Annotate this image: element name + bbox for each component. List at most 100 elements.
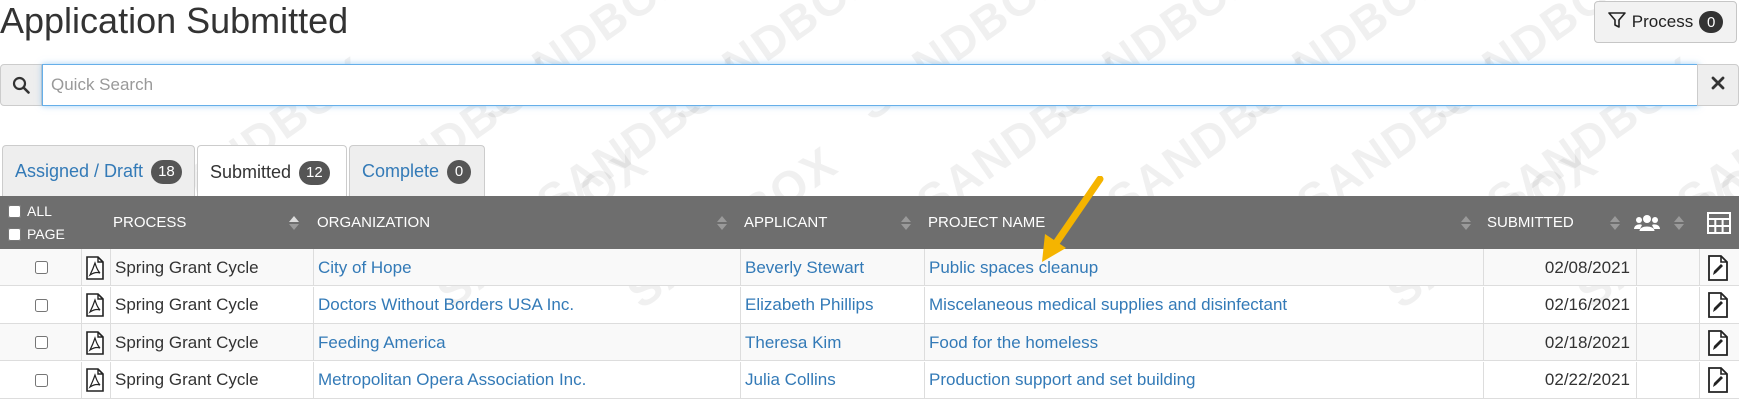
- row-select-checkbox[interactable]: [35, 373, 48, 387]
- column-header-submitted[interactable]: SUBMITTED: [1487, 196, 1574, 249]
- process-filter-button[interactable]: Process 0: [1594, 1, 1737, 43]
- sort-icon[interactable]: [289, 213, 299, 233]
- row-cell: [1700, 287, 1739, 324]
- row-select-checkbox[interactable]: [35, 261, 48, 274]
- row-select-checkbox[interactable]: [35, 336, 48, 349]
- row-cell: [82, 286, 111, 324]
- users-icon[interactable]: [1634, 196, 1660, 249]
- tab-count-badge: 12: [299, 160, 330, 185]
- sort-icon[interactable]: [1461, 213, 1471, 233]
- column-header-label: PROJECT NAME: [928, 214, 1046, 231]
- table-row[interactable]: Spring Grant Cycle City of Hope Beverly St…: [0, 249, 1739, 286]
- row-cell: [1637, 249, 1700, 286]
- column-header-project-name[interactable]: PROJECT NAME: [928, 196, 1045, 249]
- search-icon: [0, 64, 42, 106]
- cell-submitted: 02/16/2021: [1544, 295, 1630, 314]
- row-cell: [0, 361, 82, 399]
- select-all-checkbox[interactable]: [8, 204, 21, 218]
- select-all-control: ALL: [8, 201, 52, 221]
- cell-organization-link-container: Doctors Without Borders USA Inc.: [314, 286, 741, 324]
- cell-applicant-link[interactable]: Julia Collins: [745, 370, 836, 390]
- sort-icon[interactable]: [901, 213, 911, 233]
- cell-process: Spring Grant Cycle: [115, 370, 259, 389]
- select-page-checkbox[interactable]: [8, 227, 21, 241]
- tab-label: Submitted: [210, 162, 292, 182]
- column-chooser-icon[interactable]: [1707, 196, 1731, 249]
- tab-count-badge: 18: [151, 159, 182, 184]
- row-cell: [1700, 324, 1739, 361]
- row-cell: [1700, 249, 1739, 286]
- column-header-organization[interactable]: ORGANIZATION: [317, 196, 430, 249]
- row-cell: [1700, 362, 1739, 399]
- column-header-applicant[interactable]: APPLICANT: [744, 196, 827, 249]
- clear-search-button[interactable]: [1697, 64, 1739, 106]
- cell-project-name-link[interactable]: Food for the homeless: [929, 333, 1098, 353]
- cell-project-name-link-container: Public spaces cleanup: [925, 249, 1484, 286]
- search-bar: [0, 64, 1739, 106]
- row-cell: [1637, 324, 1700, 361]
- row-cell: [1637, 286, 1700, 324]
- cell-process-container: Spring Grant Cycle: [111, 249, 314, 286]
- cell-project-name-link[interactable]: Miscelaneous medical supplies and disinf…: [929, 295, 1287, 315]
- table-row[interactable]: Spring Grant Cycle Feeding America Theresa…: [0, 324, 1739, 361]
- pdf-icon[interactable]: [86, 255, 104, 280]
- sort-icon[interactable]: [1674, 213, 1684, 233]
- cell-organization-link[interactable]: City of Hope: [318, 258, 412, 278]
- edit-document-icon[interactable]: [1708, 254, 1728, 281]
- row-cell: [82, 249, 111, 286]
- cell-process-container: Spring Grant Cycle: [111, 361, 314, 399]
- edit-document-icon[interactable]: [1708, 367, 1728, 393]
- cell-applicant-link-container: Theresa Kim: [741, 324, 925, 361]
- process-count-badge: 0: [1699, 11, 1724, 33]
- cell-organization-link[interactable]: Doctors Without Borders USA Inc.: [318, 295, 574, 315]
- quick-search-input[interactable]: [42, 64, 1699, 106]
- tab-label: Complete: [362, 161, 440, 181]
- column-header-label: ORGANIZATION: [317, 214, 431, 231]
- cell-submitted-container: 02/16/2021: [1484, 286, 1637, 324]
- cell-applicant-link[interactable]: Elizabeth Phillips: [745, 295, 874, 315]
- tab-complete[interactable]: Complete 0: [349, 145, 485, 197]
- cell-project-name-link-container: Miscelaneous medical supplies and disinf…: [925, 286, 1484, 324]
- table-row[interactable]: Spring Grant Cycle Doctors Without Border…: [0, 286, 1739, 324]
- cell-process: Spring Grant Cycle: [115, 257, 259, 277]
- pdf-icon[interactable]: [86, 330, 104, 355]
- cell-submitted-container: 02/08/2021: [1484, 249, 1637, 286]
- sort-icon[interactable]: [717, 213, 727, 233]
- pdf-icon[interactable]: [86, 368, 104, 392]
- cell-submitted: 02/18/2021: [1544, 332, 1630, 352]
- tab-assigned-draft[interactable]: Assigned / Draft 18: [2, 145, 195, 197]
- cell-applicant-link-container: Elizabeth Phillips: [741, 286, 925, 324]
- cell-submitted: 02/22/2021: [1544, 370, 1630, 389]
- page-title: Application Submitted: [0, 0, 349, 41]
- cell-organization-link[interactable]: Metropolitan Opera Association Inc.: [318, 370, 586, 390]
- edit-document-icon[interactable]: [1708, 329, 1728, 356]
- filter-icon: [1607, 11, 1626, 34]
- cell-organization-link-container: City of Hope: [314, 249, 741, 286]
- row-cell: [0, 286, 82, 324]
- column-header-process[interactable]: PROCESS: [113, 196, 186, 249]
- select-all-label: ALL: [27, 203, 52, 219]
- cell-submitted-container: 02/18/2021: [1484, 324, 1637, 361]
- cell-process-container: Spring Grant Cycle: [111, 286, 314, 324]
- cell-applicant-link[interactable]: Theresa Kim: [745, 333, 841, 353]
- sort-icon[interactable]: [1610, 213, 1620, 233]
- row-cell: [1637, 361, 1700, 399]
- annotation-arrow-icon: [1042, 176, 1104, 262]
- tab-submitted[interactable]: Submitted 12: [197, 145, 347, 199]
- select-page-label: PAGE: [27, 226, 65, 242]
- cell-organization-link[interactable]: Feeding America: [318, 333, 446, 353]
- row-cell: [0, 249, 82, 286]
- row-select-checkbox[interactable]: [35, 298, 48, 312]
- pdf-icon[interactable]: [86, 293, 104, 317]
- cell-applicant-link[interactable]: Beverly Stewart: [745, 258, 864, 278]
- cell-submitted: 02/08/2021: [1544, 257, 1630, 277]
- cell-applicant-link-container: Beverly Stewart: [741, 249, 925, 286]
- row-cell: [82, 324, 111, 361]
- grid-header: ALL PAGE PROCESS ORGANIZATION APPLICANT …: [0, 196, 1739, 249]
- cell-organization-link-container: Feeding America: [314, 324, 741, 361]
- column-header-label: PROCESS: [113, 214, 187, 231]
- table-row[interactable]: Spring Grant Cycle Metropolitan Opera Ass…: [0, 361, 1739, 399]
- cell-process: Spring Grant Cycle: [115, 332, 259, 352]
- cell-project-name-link[interactable]: Production support and set building: [929, 370, 1196, 390]
- edit-document-icon[interactable]: [1708, 292, 1728, 318]
